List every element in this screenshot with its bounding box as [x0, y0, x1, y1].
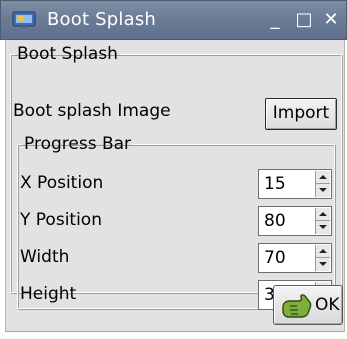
- x-position-decrement-button[interactable]: [316, 184, 330, 197]
- width-spinbox[interactable]: 70: [258, 243, 332, 273]
- y-position-spin-buttons: [315, 208, 330, 234]
- x-position-value[interactable]: 15: [264, 174, 286, 194]
- title-bar[interactable]: Boot Splash _ □ ✕: [0, 0, 347, 40]
- import-button-label: Import: [272, 103, 330, 123]
- x-position-spin-buttons: [315, 171, 330, 197]
- ok-button-label: OK: [315, 295, 340, 315]
- maximize-button[interactable]: □: [292, 7, 316, 33]
- close-button[interactable]: ✕: [319, 7, 343, 33]
- y-position-increment-button[interactable]: [316, 208, 330, 221]
- x-position-increment-button[interactable]: [316, 171, 330, 184]
- ok-button[interactable]: OK: [273, 285, 343, 325]
- minimize-button[interactable]: _: [263, 7, 287, 33]
- width-label: Width: [20, 247, 70, 267]
- y-position-spinbox[interactable]: 80: [258, 206, 332, 236]
- boot-splash-group: Boot Splash Boot splash Image Import Pro…: [10, 44, 342, 310]
- boot-splash-window: Boot Splash _ □ ✕ Boot Splash Boot splas…: [0, 0, 347, 339]
- x-position-label: X Position: [20, 173, 104, 193]
- width-spin-buttons: [315, 245, 330, 271]
- monitor-app-icon: [12, 11, 36, 29]
- x-position-spinbox[interactable]: 15: [258, 169, 332, 199]
- y-position-value[interactable]: 80: [264, 211, 286, 231]
- dialog-body: Boot Splash Boot splash Image Import Pro…: [5, 40, 345, 332]
- boot-splash-group-title: Boot Splash: [17, 44, 118, 64]
- import-button[interactable]: Import: [265, 98, 337, 130]
- width-value[interactable]: 70: [264, 248, 286, 268]
- y-position-label: Y Position: [20, 210, 102, 230]
- progress-bar-group: Progress Bar X Position 15 Y Position 80: [17, 134, 335, 310]
- boot-splash-image-label: Boot splash Image: [13, 101, 171, 121]
- width-increment-button[interactable]: [316, 245, 330, 258]
- width-decrement-button[interactable]: [316, 258, 330, 271]
- window-title: Boot Splash: [47, 9, 157, 30]
- y-position-decrement-button[interactable]: [316, 221, 330, 234]
- height-label: Height: [20, 284, 77, 304]
- hand-pointer-icon: [282, 294, 312, 318]
- progress-bar-group-title: Progress Bar: [24, 134, 132, 154]
